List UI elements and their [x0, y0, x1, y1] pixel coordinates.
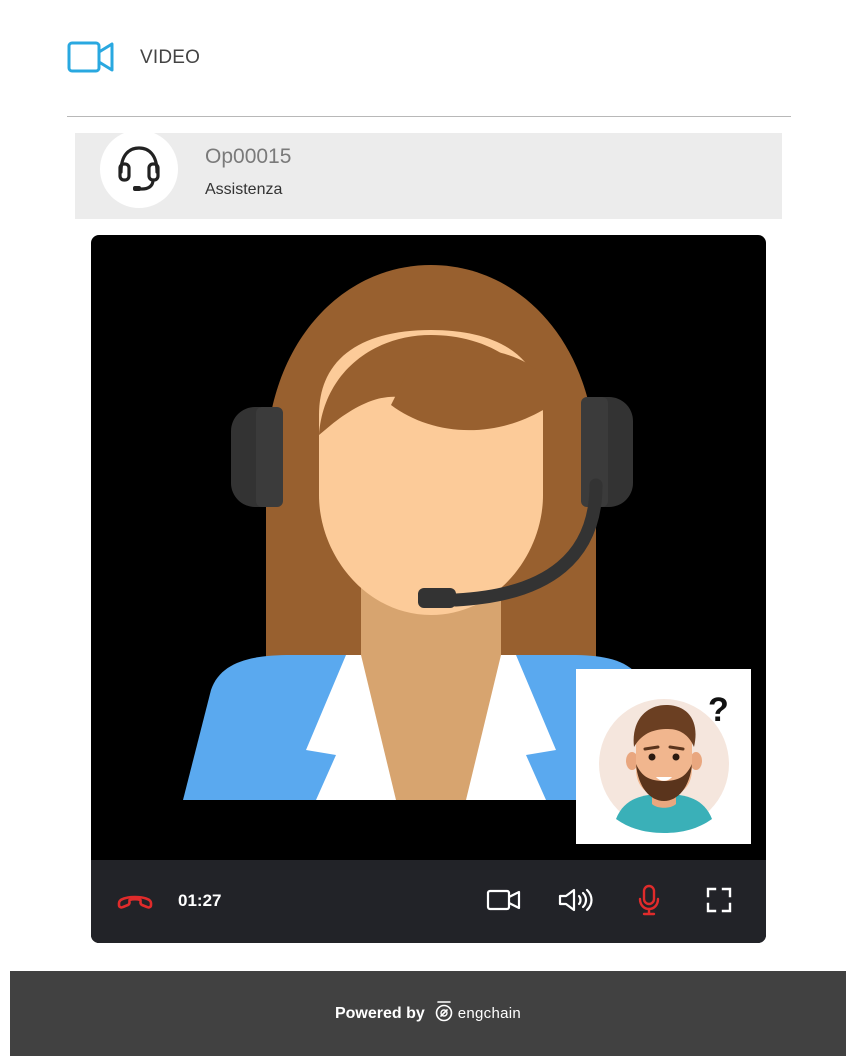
call-timer: 01:27: [178, 891, 222, 910]
end-call-button[interactable]: [113, 885, 157, 919]
powered-by-label: Powered by: [334, 1004, 425, 1022]
microphone-icon: [638, 884, 660, 921]
toggle-camera-button[interactable]: [484, 885, 524, 919]
toggle-microphone-button[interactable]: [631, 884, 667, 921]
brand-name: engchain: [457, 1005, 522, 1022]
toggle-speaker-button[interactable]: [556, 885, 596, 919]
section-title: VIDEO: [140, 47, 201, 68]
local-video-preview[interactable]: ?: [576, 669, 751, 844]
header-divider: [67, 116, 791, 117]
call-controls-bar: 01:27: [91, 860, 766, 943]
user-illustration: ?: [599, 691, 729, 833]
operator-avatar: [100, 130, 178, 208]
video-call-page: VIDEO Op00015 Assistenza ? 01:27 Powered…: [0, 0, 856, 1056]
svg-text:?: ?: [708, 691, 729, 729]
powered-by: Powered by engchain: [335, 1000, 521, 1027]
operator-name: Op00015: [205, 145, 292, 168]
fullscreen-button[interactable]: [699, 885, 739, 919]
video-call-frame: ? 01:27: [91, 235, 766, 943]
engchain-logo-icon: [433, 1000, 455, 1027]
operator-card: Op00015 Assistenza: [75, 130, 782, 219]
phone-hangup-icon: [116, 890, 154, 915]
engchain-logo[interactable]: engchain: [433, 1000, 521, 1027]
video-camera-icon: [486, 888, 522, 917]
speaker-icon: [557, 887, 595, 918]
section-header: VIDEO: [67, 38, 200, 78]
footer: Powered by engchain: [10, 971, 846, 1056]
operator-role: Assistenza: [205, 181, 283, 198]
headset-operator-icon: [114, 142, 164, 197]
fullscreen-icon: [706, 887, 732, 918]
video-camera-icon: [67, 40, 117, 76]
